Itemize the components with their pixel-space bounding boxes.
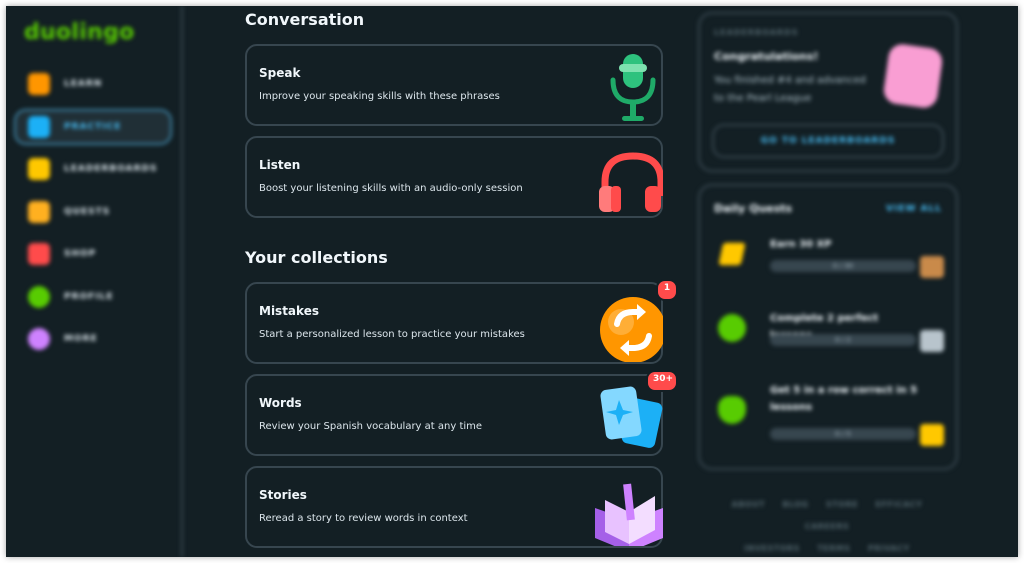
leaderboard-text: You finished #4 and advanced to the Pear… xyxy=(714,75,866,104)
app-window: duolingo LEARN PRACTICE LEADERBOARDS QUE… xyxy=(6,6,1018,557)
card-subtitle: Review your Spanish vocabulary at any ti… xyxy=(259,421,483,432)
chest-icon xyxy=(920,424,944,446)
quest-progress-bar: 0 / 2 xyxy=(770,334,916,346)
quest-progress-bar: 0 / 5 xyxy=(770,428,916,440)
sidebar-item-label: PROFILE xyxy=(64,291,114,302)
words-count-badge: 30+ xyxy=(646,370,678,392)
card-words[interactable]: Words Review your Spanish vocabulary at … xyxy=(245,374,663,456)
footer-link-careers[interactable]: CAREERS xyxy=(805,522,850,531)
sidebar-item-label: QUESTS xyxy=(64,206,111,217)
sidebar-nav: LEARN PRACTICE LEADERBOARDS QUESTS SHOP … xyxy=(14,66,172,364)
chest-icon xyxy=(920,256,944,278)
sidebar-item-shop[interactable]: SHOP xyxy=(14,236,172,272)
headphones-icon xyxy=(599,152,663,212)
footer-link-privacy[interactable]: PRIVACY xyxy=(868,544,910,553)
more-icon xyxy=(28,328,50,350)
shield-icon xyxy=(28,158,50,180)
owl-icon xyxy=(718,396,746,424)
card-stories[interactable]: Stories Reread a story to review words i… xyxy=(245,466,663,548)
card-subtitle: Improve your speaking skills with these … xyxy=(259,91,500,102)
leaderboard-kicker: LEADERBOARDS xyxy=(714,28,799,37)
leaderboard-panel: LEADERBOARDS Congratulations! You finish… xyxy=(698,12,958,172)
sidebar-item-label: PRACTICE xyxy=(64,121,122,132)
quest-label: Get 5 in a row correct in 5 lessons xyxy=(770,385,918,413)
microphone-icon xyxy=(610,54,656,121)
lightning-icon xyxy=(718,242,746,266)
card-title: Speak xyxy=(259,66,301,80)
refresh-icon xyxy=(600,297,663,362)
right-column: LEADERBOARDS Congratulations! You finish… xyxy=(696,6,1018,557)
card-subtitle: Start a personalized lesson to practice … xyxy=(259,329,525,340)
section-title-conversation: Conversation xyxy=(245,10,365,29)
card-subtitle: Boost your listening skills with an audi… xyxy=(259,183,523,194)
footer-link-efficacy[interactable]: EFFICACY xyxy=(875,500,922,509)
sidebar-item-label: LEARN xyxy=(64,79,103,89)
quest-item: Earn 30 XP 0 / 30 xyxy=(714,236,946,286)
card-subtitle: Reread a story to review words in contex… xyxy=(259,513,468,524)
leaderboard-title: Congratulations! xyxy=(714,50,819,63)
card-speak[interactable]: Speak Improve your speaking skills with … xyxy=(245,44,663,126)
chest-icon xyxy=(920,330,944,352)
sidebar-item-label: MORE xyxy=(64,334,98,344)
mistakes-count-badge: 1 xyxy=(656,279,678,301)
shop-icon xyxy=(28,243,50,265)
footer-link-blog[interactable]: BLOG xyxy=(782,500,808,509)
sidebar-item-learn[interactable]: LEARN xyxy=(14,66,172,102)
card-title: Listen xyxy=(259,158,301,172)
card-title: Stories xyxy=(259,488,307,502)
target-icon xyxy=(718,314,746,342)
pearl-league-icon xyxy=(882,42,944,110)
sidebar-item-leaderboards[interactable]: LEADERBOARDS xyxy=(14,151,172,187)
avatar-icon xyxy=(28,285,50,308)
footer-link-investors[interactable]: INVESTORS xyxy=(744,544,800,553)
sidebar-item-more[interactable]: MORE xyxy=(14,321,172,357)
card-title: Mistakes xyxy=(259,304,319,318)
sidebar-item-practice[interactable]: PRACTICE xyxy=(14,108,172,145)
sidebar-item-label: SHOP xyxy=(64,249,97,259)
footer-links: ABOUT BLOG STORE EFFICACY CAREERS INVEST… xyxy=(696,494,958,557)
footer-link-about[interactable]: ABOUT xyxy=(732,500,766,509)
card-mistakes[interactable]: Mistakes Start a personalized lesson to … xyxy=(245,282,663,364)
sidebar-item-profile[interactable]: PROFILE xyxy=(14,279,172,315)
sidebar: duolingo LEARN PRACTICE LEADERBOARDS QUE… xyxy=(6,6,183,557)
chest-icon xyxy=(28,200,50,223)
flashcards-icon xyxy=(600,386,663,448)
dumbbell-icon xyxy=(28,115,50,138)
quest-item: Get 5 in a row correct in 5 lessons 0 / … xyxy=(714,382,946,452)
view-all-link[interactable]: VIEW ALL xyxy=(886,204,942,214)
section-title-collections: Your collections xyxy=(245,248,388,267)
practice-main: Conversation Speak Improve your speaking… xyxy=(218,6,692,557)
daily-quests-panel: Daily Quests VIEW ALL Earn 30 XP 0 / 30 … xyxy=(698,184,958,470)
go-to-leaderboards-button[interactable]: GO TO LEADERBOARDS xyxy=(712,124,944,158)
quest-progress-bar: 0 / 30 xyxy=(770,260,916,272)
quest-progress-text: 0 / 5 xyxy=(835,430,851,438)
card-listen[interactable]: Listen Boost your listening skills with … xyxy=(245,136,663,218)
quest-item: Complete 2 perfect lessons 0 / 2 xyxy=(714,310,946,360)
card-title: Words xyxy=(259,396,302,410)
book-icon xyxy=(595,483,663,546)
quest-progress-text: 0 / 2 xyxy=(835,336,851,344)
quest-progress-text: 0 / 30 xyxy=(832,262,854,270)
sidebar-item-label: LEADERBOARDS xyxy=(64,164,158,174)
quest-label: Earn 30 XP xyxy=(770,239,832,250)
footer-link-terms[interactable]: TERMS xyxy=(817,544,850,553)
home-icon xyxy=(28,73,50,95)
duolingo-logo[interactable]: duolingo xyxy=(24,20,135,45)
daily-quests-title: Daily Quests xyxy=(714,202,793,215)
footer-link-store[interactable]: STORE xyxy=(826,500,858,509)
sidebar-item-quests[interactable]: QUESTS xyxy=(14,194,172,230)
